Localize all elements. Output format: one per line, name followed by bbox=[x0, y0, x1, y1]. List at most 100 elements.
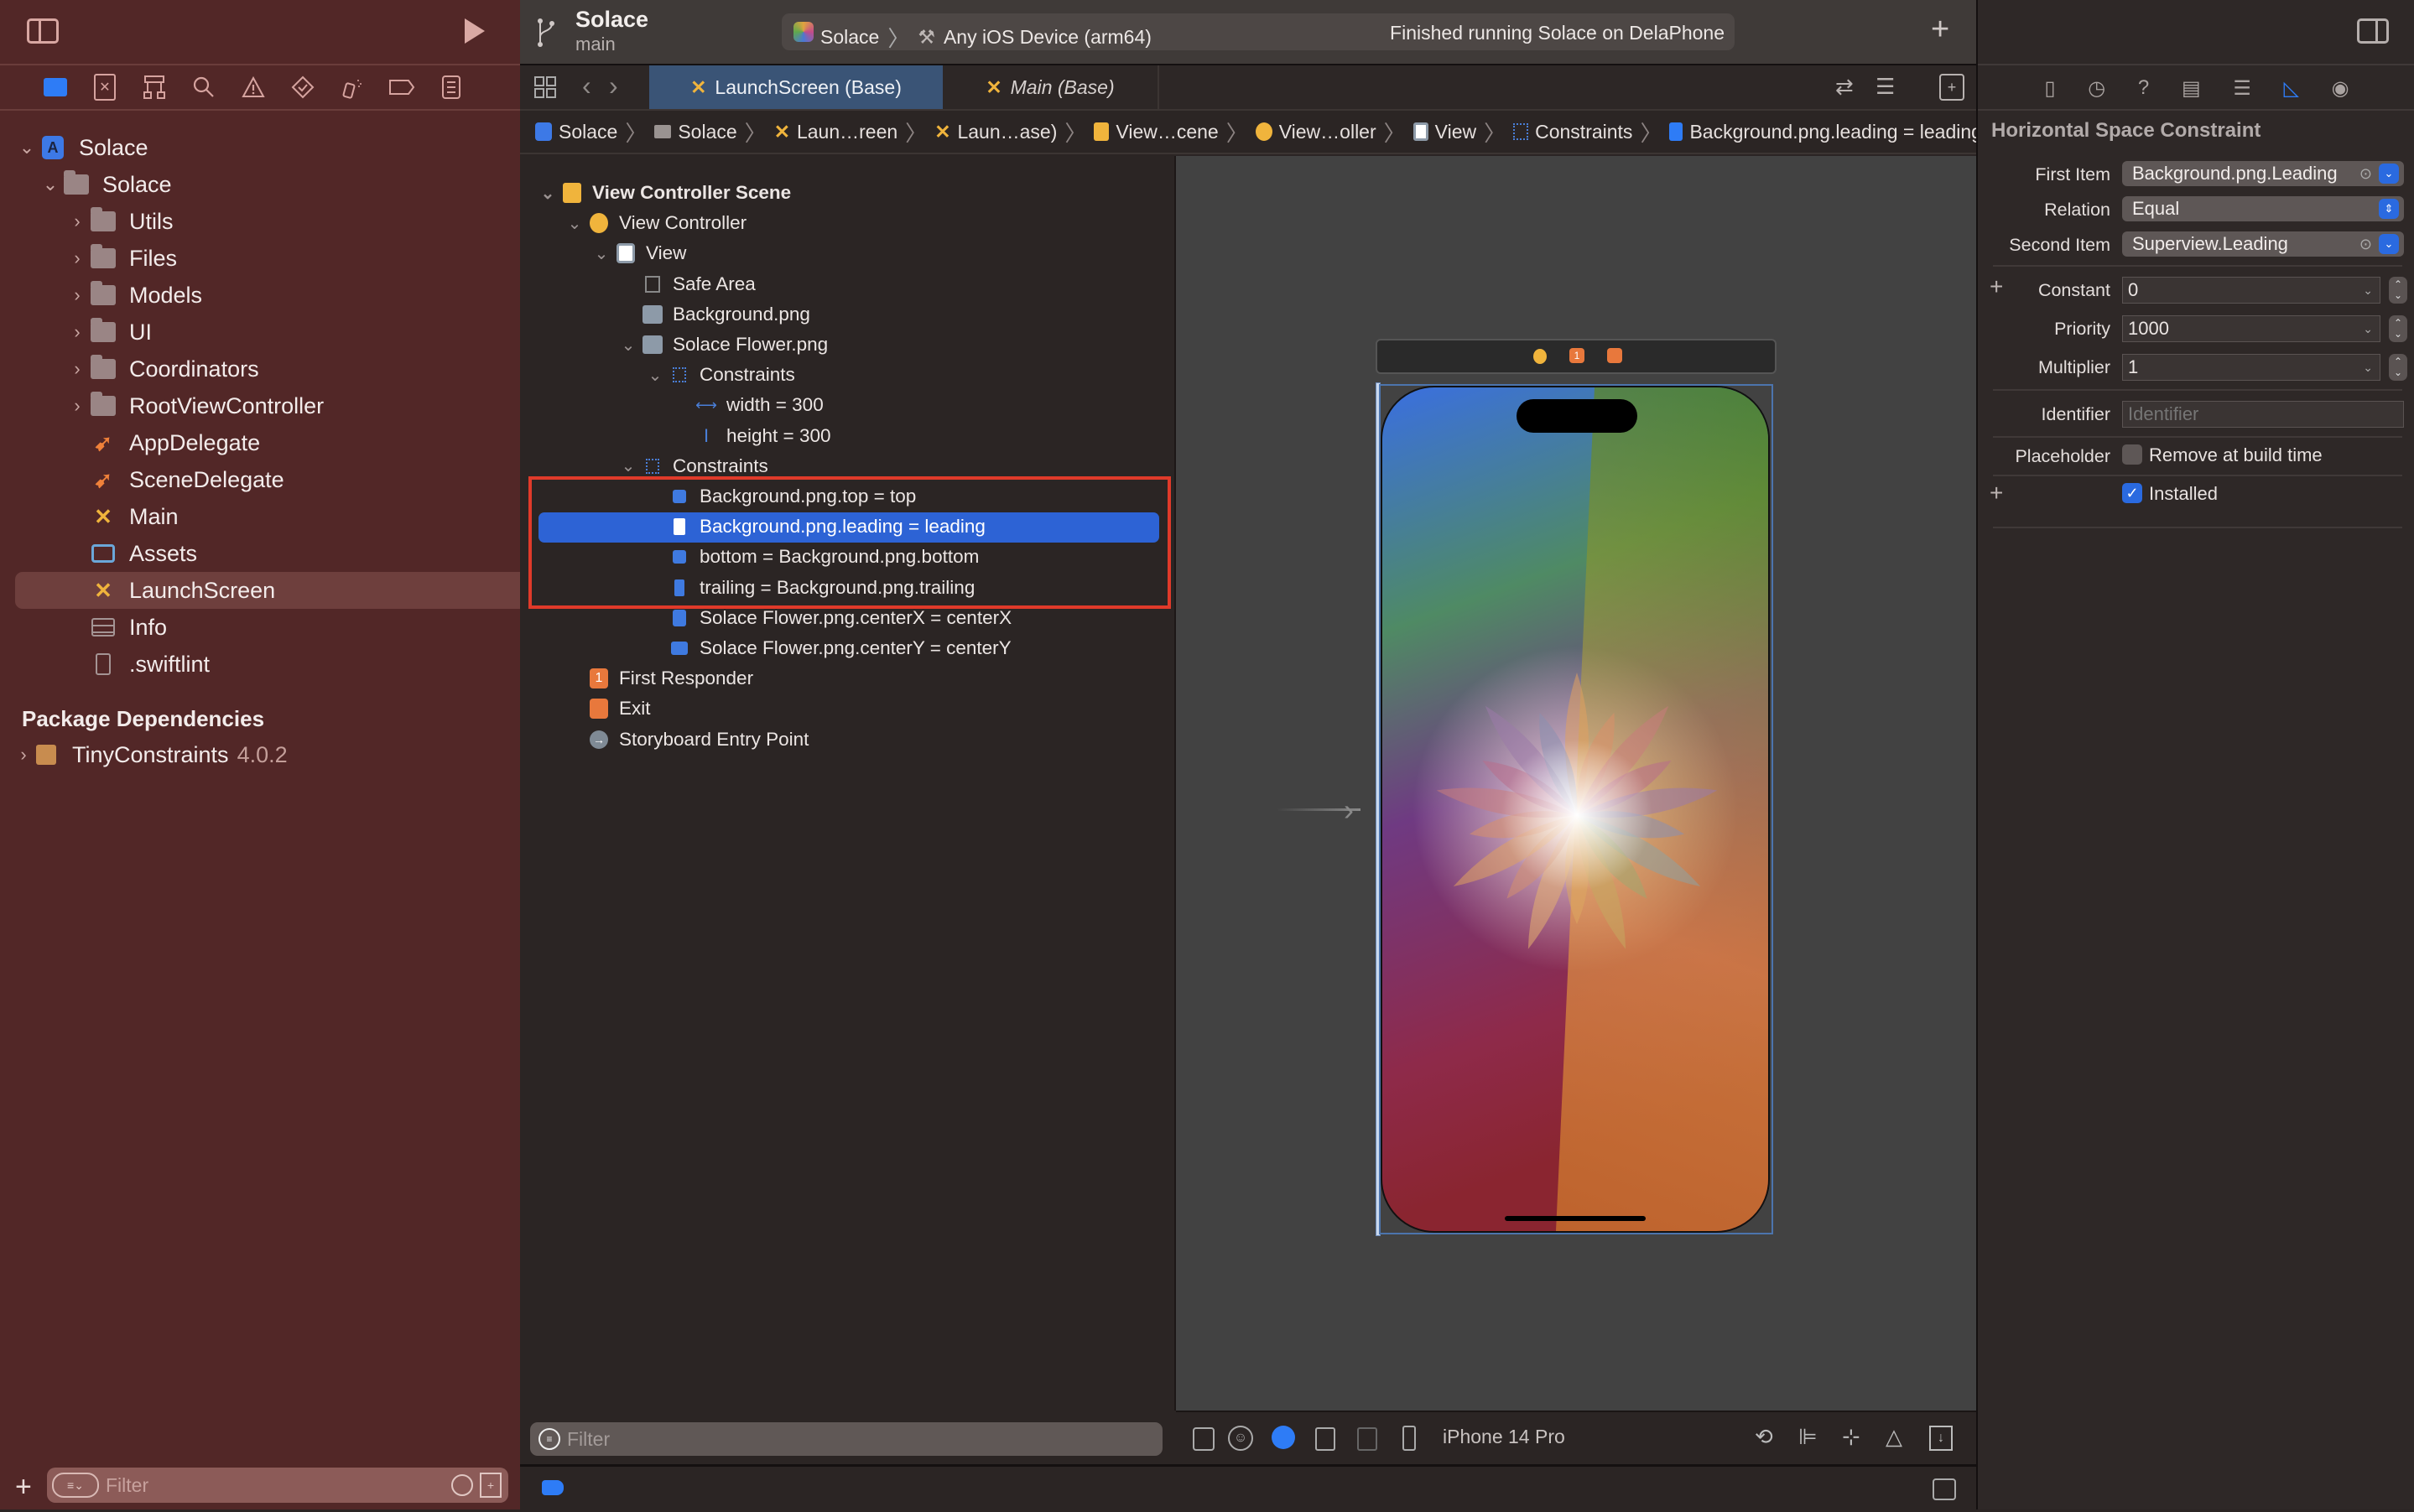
file-inspector-icon[interactable]: ▯ bbox=[2044, 76, 2055, 101]
breadcrumb-item[interactable]: View…oller bbox=[1255, 121, 1376, 143]
chevron-down-icon[interactable]: ⌄ bbox=[616, 335, 641, 356]
chevron-right-icon[interactable]: › bbox=[65, 210, 89, 232]
document-outline-toggle-icon[interactable] bbox=[1193, 1427, 1215, 1451]
related-items-icon[interactable] bbox=[533, 75, 557, 99]
up-down-chevron-icon[interactable]: ⇕ bbox=[2379, 199, 2399, 219]
outline-row[interactable]: ⌄ Constraints bbox=[643, 360, 795, 390]
solace-flower-image[interactable] bbox=[1418, 656, 1736, 974]
remove-at-build-checkbox[interactable] bbox=[2122, 444, 2142, 465]
tab-launchscreen[interactable]: ✕ LaunchScreen (Base) bbox=[649, 65, 943, 109]
tree-item-models[interactable]: › Models bbox=[15, 277, 554, 314]
split-view-icon[interactable] bbox=[1357, 1427, 1377, 1451]
align-icon[interactable]: ⊫ bbox=[1798, 1424, 1818, 1450]
scheme-selector[interactable]: Solace 〉 ⚒ Any iOS Device (arm64) bbox=[820, 22, 1152, 53]
appearance-icon[interactable] bbox=[1272, 1426, 1295, 1449]
recent-files-icon[interactable] bbox=[451, 1474, 473, 1496]
search-icon[interactable] bbox=[187, 70, 221, 104]
tree-item-scenedelegate[interactable]: ➹ SceneDelegate bbox=[15, 461, 554, 498]
chevron-down-icon[interactable]: ⌄ bbox=[2363, 322, 2373, 336]
relation-popup[interactable]: Equal ⇕ bbox=[2122, 196, 2404, 221]
device-icon[interactable] bbox=[1402, 1426, 1416, 1451]
navigator-filter-field[interactable]: ≡⌄ Filter + bbox=[47, 1468, 508, 1503]
chevron-down-icon[interactable]: ⌄ bbox=[616, 455, 641, 476]
warning-icon[interactable] bbox=[237, 70, 270, 104]
scheme-name[interactable]: Solace bbox=[820, 26, 879, 49]
symbol-hierarchy-icon[interactable] bbox=[138, 70, 171, 104]
go-to-icon[interactable]: ⊙ bbox=[2359, 236, 2372, 253]
attributes-inspector-icon[interactable]: ☰ bbox=[2233, 76, 2251, 101]
breadcrumb-item[interactable]: ✕ Laun…ase) bbox=[934, 121, 1057, 143]
chevron-right-icon[interactable]: › bbox=[65, 284, 89, 306]
add-variation-button[interactable]: + bbox=[1990, 273, 2003, 300]
tree-item-coordinators[interactable]: › Coordinators bbox=[15, 351, 554, 387]
source-control-icon[interactable]: ✕ bbox=[88, 70, 122, 104]
filter-options-icon[interactable]: ≡⌄ bbox=[52, 1473, 99, 1498]
multiplier-stepper[interactable]: ⌃ ⌄ bbox=[2389, 354, 2407, 381]
tree-item-assets[interactable]: Assets bbox=[15, 535, 554, 572]
tree-package[interactable]: › TinyConstraints 4.0.2 bbox=[15, 736, 503, 773]
add-library-button[interactable]: + bbox=[1931, 13, 1949, 45]
outline-row[interactable]: Iheight = 300 bbox=[669, 421, 831, 451]
installed-checkbox[interactable]: ✓ bbox=[2122, 483, 2142, 503]
history-inspector-icon[interactable]: ◷ bbox=[2088, 76, 2105, 101]
toggle-debug-area-icon[interactable] bbox=[1933, 1478, 1956, 1500]
chevron-right-icon[interactable]: › bbox=[65, 321, 89, 343]
identifier-field[interactable] bbox=[2122, 401, 2404, 428]
second-item-popup[interactable]: Superview.Leading ⊙ ⌄ bbox=[2122, 231, 2404, 257]
outline-row[interactable]: ⌄ Solace Flower.png bbox=[616, 330, 829, 360]
launch-screen-view[interactable] bbox=[1381, 386, 1770, 1233]
priority-field[interactable]: 1000 ⌄ bbox=[2122, 315, 2380, 342]
outline-row[interactable]: Safe Area bbox=[616, 269, 756, 299]
chevron-down-icon[interactable]: ⌄ bbox=[589, 243, 614, 264]
tree-item-main[interactable]: ✕ Main bbox=[15, 498, 554, 535]
update-frames-icon[interactable]: ⟲ bbox=[1755, 1424, 1773, 1450]
chevron-down-icon[interactable]: ⌄ bbox=[2379, 164, 2399, 184]
help-inspector-icon[interactable]: ? bbox=[2138, 76, 2149, 100]
constant-field[interactable]: 0 ⌄ bbox=[2122, 277, 2380, 304]
add-installed-variation-button[interactable]: + bbox=[1990, 480, 2003, 507]
breakpoints-toggle-icon[interactable] bbox=[542, 1480, 564, 1495]
resolve-issues-icon[interactable]: △ bbox=[1886, 1424, 1902, 1450]
toggle-inspector-icon[interactable] bbox=[2357, 18, 2389, 44]
source-control-filter-icon[interactable]: + bbox=[480, 1473, 502, 1498]
chevron-down-icon[interactable]: ⌄ bbox=[39, 174, 62, 195]
breadcrumb-item[interactable]: ✕ Laun…reen bbox=[774, 121, 897, 143]
identity-inspector-icon[interactable]: ▤ bbox=[2182, 76, 2201, 101]
forward-button[interactable]: › bbox=[609, 70, 618, 101]
outline-row[interactable]: ⌄ View Controller bbox=[562, 208, 747, 238]
chevron-down-icon[interactable]: ⌄ bbox=[2363, 361, 2373, 375]
tree-project-solace[interactable]: ⌄ A Solace bbox=[15, 129, 503, 166]
add-constraints-icon[interactable]: ⊹ bbox=[1842, 1424, 1860, 1450]
folder-icon[interactable] bbox=[39, 70, 72, 104]
outline-row[interactable]: ⟷ width = 300 bbox=[669, 390, 824, 420]
breadcrumb-item[interactable]: Constraints bbox=[1513, 121, 1632, 143]
embed-in-icon[interactable]: ↓ bbox=[1929, 1426, 1953, 1451]
orientation-icon[interactable] bbox=[1315, 1427, 1335, 1451]
test-icon[interactable] bbox=[286, 70, 320, 104]
tree-item-ui[interactable]: › UI bbox=[15, 314, 554, 351]
go-to-icon[interactable]: ⊙ bbox=[2359, 165, 2372, 183]
first-responder-icon[interactable]: 1 bbox=[1569, 348, 1584, 363]
swap-icon[interactable]: ⇄ bbox=[1835, 74, 1854, 100]
outline-row[interactable]: ⌄ View Controller Scene bbox=[535, 178, 791, 208]
chevron-down-icon[interactable]: ⌄ bbox=[643, 365, 668, 386]
chevron-down-icon[interactable]: ⌄ bbox=[15, 137, 39, 158]
tree-item-swiftlint[interactable]: .swiftlint bbox=[15, 646, 554, 683]
chevron-right-icon[interactable]: › bbox=[65, 247, 89, 269]
device-name[interactable]: iPhone 14 Pro bbox=[1443, 1426, 1565, 1448]
chevron-down-icon[interactable]: ⌄ bbox=[562, 213, 587, 234]
priority-stepper[interactable]: ⌃ ⌄ bbox=[2389, 315, 2407, 342]
toggle-navigator-icon[interactable] bbox=[27, 18, 59, 44]
destination-name[interactable]: Any iOS Device (arm64) bbox=[944, 26, 1152, 49]
breadcrumb-item[interactable]: Solace bbox=[654, 121, 737, 143]
breakpoint-icon[interactable] bbox=[385, 70, 419, 104]
size-inspector-icon[interactable]: ◺ bbox=[2284, 76, 2299, 101]
outline-row[interactable]: → Storyboard Entry Point bbox=[562, 725, 809, 755]
run-button[interactable] bbox=[465, 18, 485, 44]
add-file-button[interactable]: + bbox=[15, 1471, 32, 1504]
outline-row[interactable]: Solace Flower.png.centerY = centerY bbox=[643, 633, 1012, 663]
outline-row[interactable]: ⌄ View bbox=[589, 238, 686, 268]
chevron-down-icon[interactable]: ⌄ bbox=[535, 183, 560, 204]
breadcrumb-item[interactable]: Background.png.leading = leading bbox=[1669, 121, 1982, 143]
breadcrumb-item[interactable]: View…cene bbox=[1094, 121, 1219, 143]
